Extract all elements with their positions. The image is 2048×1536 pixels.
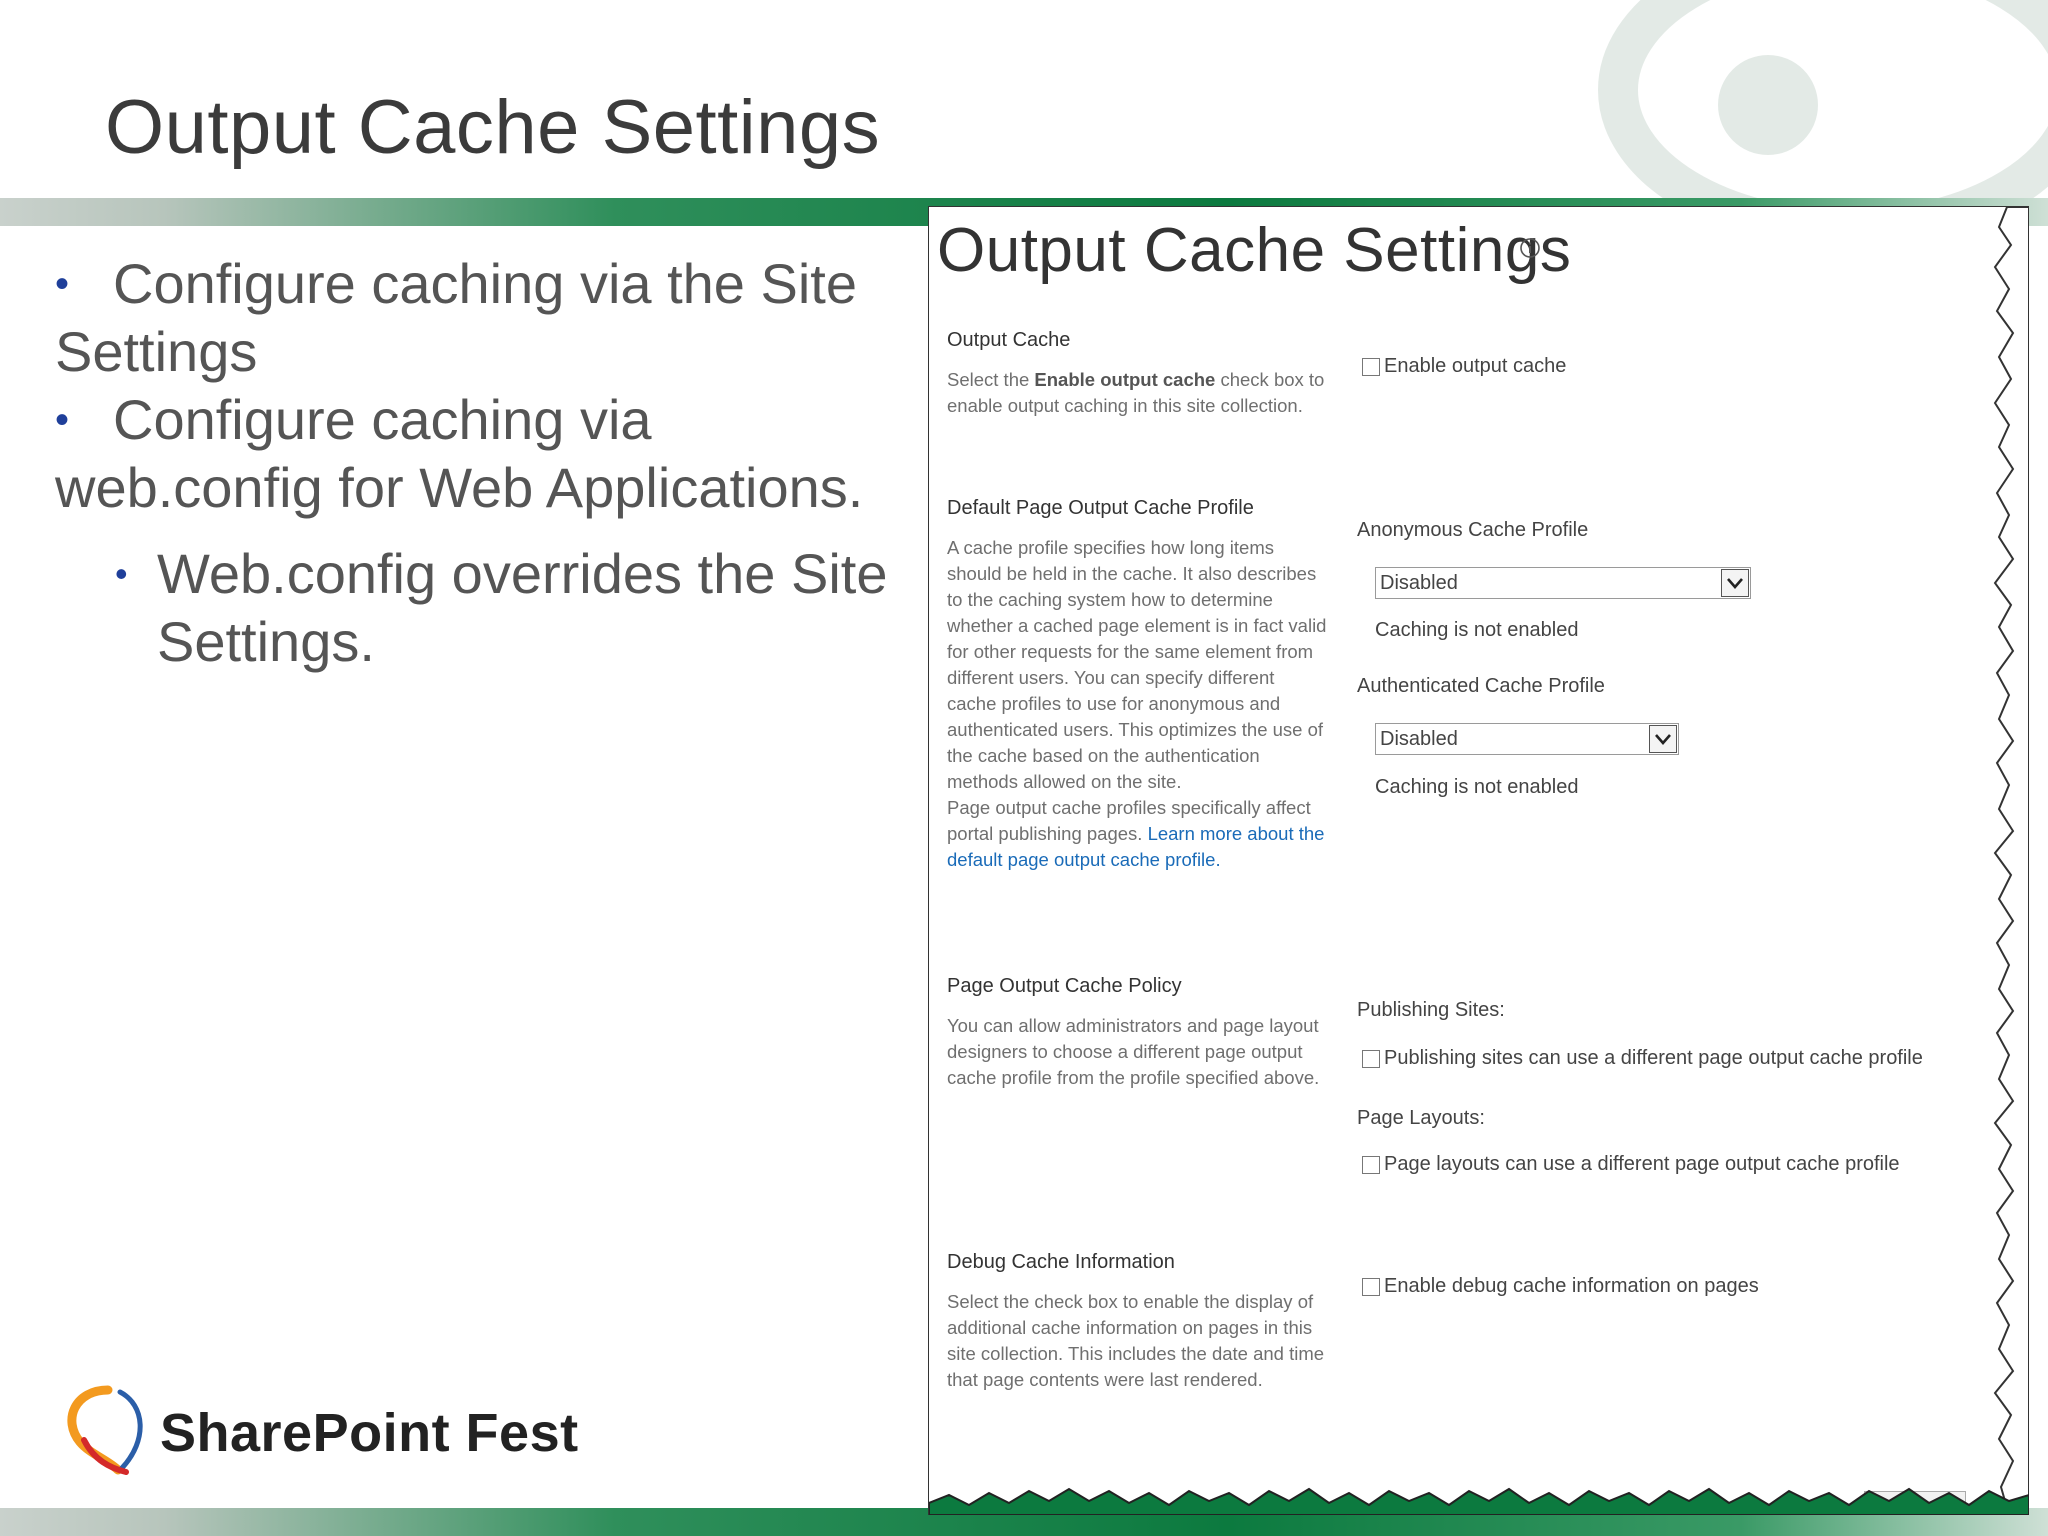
debug-cache-checkbox-label[interactable]: Enable debug cache information on pages (1384, 1275, 1759, 1298)
default-profile-description: A cache profile specifies how long items… (947, 535, 1327, 873)
bullet-list: • Configure caching via the Site Settings… (55, 250, 915, 676)
publishing-sites-row[interactable]: Publishing sites can use a different pag… (1362, 1047, 1923, 1070)
enable-output-cache-row[interactable]: Enable output cache (1362, 355, 1566, 378)
publishing-sites-checkbox[interactable] (1362, 1049, 1380, 1068)
desc-text: A cache profile specifies how long items… (947, 537, 1327, 792)
logo-text: SharePoint Fest (160, 1403, 579, 1463)
select-value: Disabled (1380, 728, 1458, 750)
chevron-down-icon[interactable] (1721, 569, 1749, 597)
publishing-sites-checkbox-label[interactable]: Publishing sites can use a different pag… (1384, 1047, 1923, 1070)
anonymous-status-text: Caching is not enabled (1375, 619, 1579, 641)
page-layouts-checkbox-label[interactable]: Page layouts can use a different page ou… (1384, 1153, 1900, 1176)
debug-description: Select the check box to enable the displ… (947, 1291, 1325, 1390)
debug-cache-checkbox[interactable] (1362, 1277, 1380, 1296)
bullet-item: • Configure caching via web.config for We… (55, 386, 915, 522)
desc-text: Select the (947, 369, 1035, 390)
torn-edge-bottom (929, 1487, 2029, 1515)
page-layouts-row[interactable]: Page layouts can use a different page ou… (1362, 1153, 1900, 1176)
slide: Output Cache Settings • Configure caching… (0, 0, 2048, 1536)
output-cache-description: Select the Enable output cache check box… (947, 367, 1327, 419)
debug-section-title: Debug Cache Information (947, 1251, 1175, 1273)
anonymous-cache-profile-select[interactable]: Disabled (1375, 567, 1751, 599)
logo-swirl-icon (67, 1385, 143, 1475)
bullet-glyph: • (55, 398, 70, 442)
bullet-text: Configure caching via web.config for Web… (55, 388, 864, 519)
chevron-down-icon[interactable] (1649, 725, 1677, 753)
watermark-logo (1598, 0, 2048, 200)
info-icon[interactable] (1519, 237, 1541, 259)
settings-title: Output Cache Settings (937, 216, 1572, 285)
authenticated-status-text: Caching is not enabled (1375, 776, 1579, 798)
anonymous-cache-profile-label: Anonymous Cache Profile (1357, 519, 1589, 541)
bullet-glyph: • (115, 553, 128, 594)
settings-screenshot: Output Cache Settings Output Cache Selec… (928, 206, 2029, 1515)
publishing-sites-label: Publishing Sites: (1357, 999, 1505, 1021)
policy-description: You can allow administrators and page la… (947, 1015, 1320, 1088)
sharepoint-fest-logo: SharePoint Fest (60, 1380, 600, 1480)
slide-title: Output Cache Settings (105, 85, 881, 170)
page-layouts-checkbox[interactable] (1362, 1155, 1380, 1174)
bullet-text: Configure caching via the Site Settings (55, 252, 857, 383)
output-cache-section-title: Output Cache (947, 329, 1071, 351)
bullet-item: • Configure caching via the Site Settings (55, 250, 915, 386)
default-profile-section-title: Default Page Output Cache Profile (947, 497, 1254, 519)
enable-output-cache-checkbox[interactable] (1362, 357, 1380, 376)
sub-bullet-item: • Web.config overrides the Site Settings. (115, 540, 915, 676)
debug-cache-row[interactable]: Enable debug cache information on pages (1362, 1275, 1759, 1298)
desc-bold: Enable output cache (1034, 369, 1216, 390)
sub-bullet-text: Web.config overrides the Site Settings. (157, 542, 888, 673)
page-layouts-label: Page Layouts: (1357, 1107, 1485, 1129)
policy-section-title: Page Output Cache Policy (947, 975, 1182, 997)
bullet-glyph: • (55, 262, 70, 306)
select-value: Disabled (1380, 572, 1458, 594)
enable-output-cache-label[interactable]: Enable output cache (1384, 355, 1566, 378)
authenticated-cache-profile-label: Authenticated Cache Profile (1357, 675, 1605, 697)
authenticated-cache-profile-select[interactable]: Disabled (1375, 723, 1679, 755)
torn-edge-right (1993, 207, 2029, 1515)
